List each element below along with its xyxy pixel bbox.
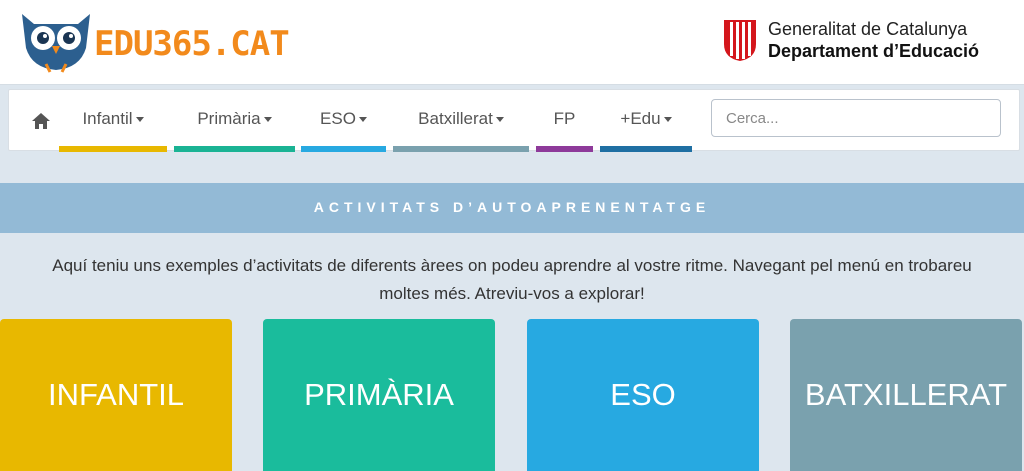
nav-color-bar [174, 146, 295, 152]
owl-logo-icon [22, 14, 90, 73]
intro-line-2: moltes més. Atreviu-vos a explorar! [379, 284, 645, 303]
caret-down-icon [135, 117, 144, 123]
card-label: INFANTIL [47, 377, 185, 412]
nav-label: Batxillerat [418, 109, 493, 128]
card-batxillerat[interactable]: BATXILLERAT [790, 319, 1022, 471]
caret-down-icon [358, 117, 367, 123]
search-input[interactable] [711, 99, 1001, 137]
nav-label: Infantil [82, 109, 133, 128]
nav-item-batxillerat[interactable]: Batxillerat [393, 90, 529, 152]
nav-color-bar [393, 146, 529, 152]
nav-color-bar [600, 146, 692, 152]
intro-text: Aquí teniu uns exemples d’activitats de … [0, 252, 1024, 308]
site-header: EDU365.CAT Generalitat de Catalunya Depa… [0, 0, 1024, 85]
card-label: PRIMÀRIA [304, 377, 454, 412]
card-label: ESO [610, 377, 676, 412]
logo-text: EDU365.CAT [94, 24, 290, 64]
nav-item-infantil[interactable]: Infantil [59, 90, 167, 152]
card-label: BATXILLERAT [804, 377, 1008, 412]
section-title: ACTIVITATS D’AUTOAPRENENTATGE [313, 199, 711, 215]
main-nav: Infantil Primària ESO Batxillerat FP +Ed… [0, 85, 1024, 152]
nav-label: Primària [197, 109, 261, 128]
caret-down-icon [263, 117, 272, 123]
intro-line-1: Aquí teniu uns exemples d’activitats de … [52, 256, 972, 275]
section-banner: ACTIVITATS D’AUTOAPRENENTATGE [0, 183, 1024, 233]
card-eso[interactable]: ESO [527, 319, 759, 471]
home-icon[interactable] [31, 112, 51, 130]
caret-down-icon [495, 117, 504, 123]
edu365-logo[interactable]: EDU365.CAT [16, 8, 290, 76]
nav-label: FP [553, 109, 576, 128]
nav-color-bar [536, 146, 593, 152]
generalitat-logo[interactable]: Generalitat de Catalunya Departament d’E… [722, 18, 979, 62]
generalitat-emblem-icon [724, 20, 756, 61]
nav-item-more-edu[interactable]: +Edu [600, 90, 692, 152]
generalitat-name: Generalitat de Catalunya [768, 19, 968, 39]
nav-item-eso[interactable]: ESO [301, 90, 386, 152]
nav-color-bar [301, 146, 386, 152]
department-name: Departament d’Educació [768, 41, 980, 61]
nav-color-bar [59, 146, 167, 152]
nav-bar: Infantil Primària ESO Batxillerat FP +Ed… [8, 89, 1020, 152]
nav-item-primaria[interactable]: Primària [174, 90, 295, 152]
nav-item-fp[interactable]: FP [536, 90, 593, 152]
nav-label: +Edu [620, 109, 661, 128]
card-infantil[interactable]: INFANTIL [0, 319, 232, 471]
caret-down-icon [663, 117, 672, 123]
nav-label: ESO [320, 109, 356, 128]
card-primaria[interactable]: PRIMÀRIA [263, 319, 495, 471]
